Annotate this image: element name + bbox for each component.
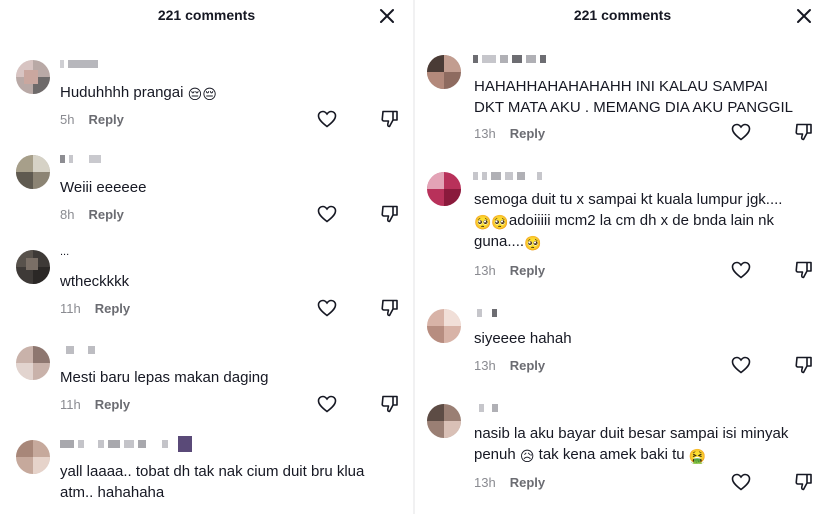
avatar[interactable]	[16, 60, 50, 94]
emoji-sad-relieved: 😥	[519, 449, 535, 465]
avatar[interactable]	[16, 155, 50, 189]
heart-icon[interactable]	[731, 356, 751, 374]
emoji-vomiting: 🤮	[688, 449, 707, 465]
heart-icon[interactable]	[317, 395, 337, 413]
username[interactable]: ...	[60, 246, 69, 258]
comment-meta: 13h Reply	[474, 263, 545, 278]
comment-text: siyeeee hahah	[474, 330, 572, 347]
username-redacted[interactable]	[473, 55, 550, 67]
heart-icon[interactable]	[731, 473, 751, 491]
comment-meta: 8h Reply	[60, 207, 124, 222]
comment-time: 13h	[474, 263, 496, 278]
comment-meta: 11h Reply	[60, 301, 130, 316]
dislike-icon[interactable]	[794, 260, 814, 280]
reply-button[interactable]: Reply	[88, 207, 123, 222]
comment-meta: 5h Reply	[60, 112, 124, 127]
comment-time: 5h	[60, 112, 75, 127]
comment-meta: 13h Reply	[474, 475, 545, 490]
username-redacted[interactable]	[473, 309, 501, 321]
comments-panel-right: 221 comments HAHAHHAHAHAHAHH INI KALAU S…	[415, 0, 830, 514]
username-redacted[interactable]	[60, 155, 105, 167]
comment-meta: 13h Reply	[474, 126, 545, 141]
heart-icon[interactable]	[731, 261, 751, 279]
avatar[interactable]	[427, 172, 461, 206]
dislike-icon[interactable]	[794, 122, 814, 142]
comment-time: 13h	[474, 126, 496, 141]
reply-button[interactable]: Reply	[95, 301, 130, 316]
comment-text: semoga duit tu x sampai kt kuala lumpur …	[474, 191, 783, 252]
heart-icon[interactable]	[731, 123, 751, 141]
dislike-icon[interactable]	[380, 298, 400, 318]
dislike-icon[interactable]	[380, 394, 400, 414]
reply-button[interactable]: Reply	[510, 475, 545, 490]
comments-count-title: 221 comments	[157, 7, 256, 23]
dislike-icon[interactable]	[380, 109, 400, 129]
reply-button[interactable]: Reply	[95, 397, 130, 412]
username-redacted[interactable]	[60, 60, 102, 72]
comment-text: yall laaaa.. tobat dh tak nak cium duit …	[60, 463, 365, 501]
reply-button[interactable]: Reply	[510, 358, 545, 373]
avatar[interactable]	[427, 309, 461, 343]
comments-panel-left: 221 comments Huduhhhh prangai 😔😔 5h Reply…	[0, 0, 413, 514]
comments-header: 221 comments	[0, 0, 413, 34]
avatar[interactable]	[16, 346, 50, 380]
avatar[interactable]	[16, 250, 50, 284]
username-redacted[interactable]	[473, 404, 502, 416]
dislike-icon[interactable]	[794, 355, 814, 375]
comment-text: wtheckkkk	[60, 273, 130, 290]
emoji-pleading: 🥺🥺	[474, 215, 509, 231]
comment-time: 13h	[474, 358, 496, 373]
reply-button[interactable]: Reply	[510, 263, 545, 278]
dislike-icon[interactable]	[794, 472, 814, 492]
comment-meta: 11h Reply	[60, 397, 130, 412]
emoji-pleading: 🥺	[524, 236, 542, 252]
close-icon[interactable]	[378, 7, 396, 25]
reply-button[interactable]: Reply	[88, 112, 123, 127]
comment-text: Weiii eeeeee	[60, 179, 147, 196]
emoji-pensive: 😔😔	[187, 87, 217, 103]
close-icon[interactable]	[795, 7, 813, 25]
comment-time: 8h	[60, 207, 75, 222]
avatar[interactable]	[16, 440, 50, 474]
comment-text: Huduhhhh prangai 😔😔	[60, 84, 217, 103]
comment-time: 11h	[60, 301, 81, 316]
dislike-icon[interactable]	[380, 204, 400, 224]
comment-text: Mesti baru lepas makan daging	[60, 369, 269, 386]
username-redacted[interactable]	[60, 346, 99, 358]
username-redacted[interactable]	[473, 172, 546, 184]
comment-text: nasib la aku bayar duit besar sampai isi…	[474, 425, 789, 465]
heart-icon[interactable]	[317, 299, 337, 317]
heart-icon[interactable]	[317, 110, 337, 128]
comment-time: 11h	[60, 397, 81, 412]
avatar[interactable]	[427, 55, 461, 89]
comments-count-title: 221 comments	[573, 7, 672, 23]
comment-meta: 13h Reply	[474, 358, 545, 373]
reply-button[interactable]: Reply	[510, 126, 545, 141]
heart-icon[interactable]	[317, 205, 337, 223]
username-redacted[interactable]	[60, 436, 196, 452]
comment-text: HAHAHHAHAHAHAHH INI KALAU SAMPAI DKT MATA…	[474, 78, 793, 116]
comments-header: 221 comments	[415, 0, 830, 34]
comment-time: 13h	[474, 475, 496, 490]
avatar[interactable]	[427, 404, 461, 438]
